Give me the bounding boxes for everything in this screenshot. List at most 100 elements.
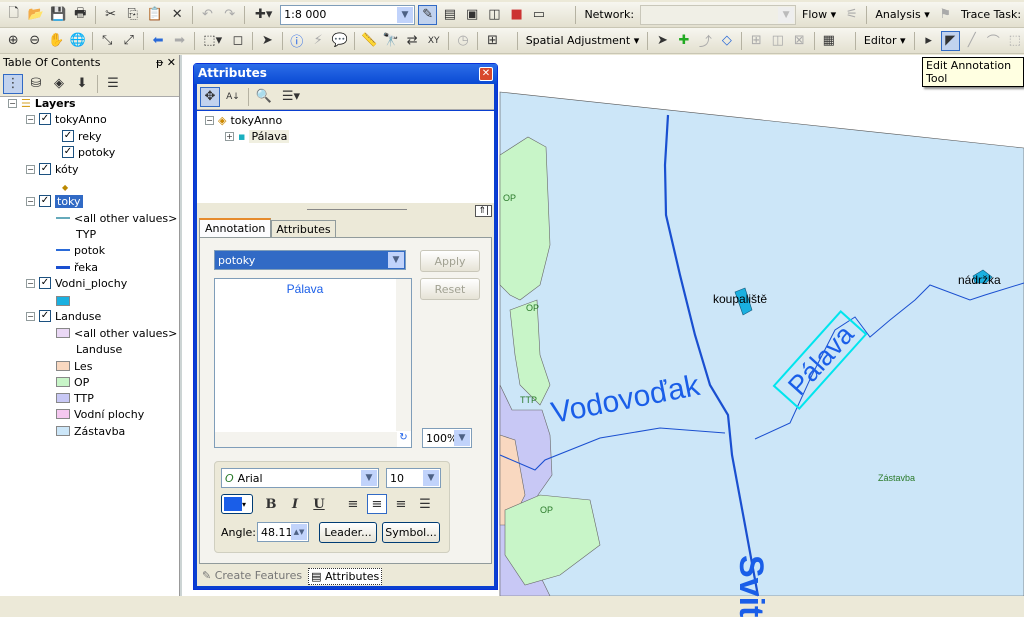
edge-match-icon[interactable]: ◫ [769,31,788,51]
edit-annotation-tool-icon[interactable]: ◤ [940,30,960,51]
find-binoculars-icon[interactable]: 🔭 [381,31,400,51]
toc-item[interactable]: Zástavba [56,423,125,439]
maximize-icon[interactable]: ⇑| [475,205,492,217]
toc-item[interactable]: − ✓ Landuse [26,308,101,324]
save-icon[interactable]: 💾 [48,5,67,25]
collapse-icon[interactable]: − [205,115,214,125]
network-combo[interactable]: ▼ [640,4,797,25]
toc-item[interactable]: − ☰ Layers [8,95,76,111]
tree-root-label[interactable]: tokyAnno [230,114,282,127]
toc-item[interactable]: − ✓ toky [26,193,83,209]
chevron-down-icon[interactable]: ▼ [388,252,404,268]
straight-segment-icon[interactable]: ╱ [963,31,982,51]
refresh-icon[interactable]: ↻ [396,432,411,447]
list-by-source-icon[interactable]: ⛁ [26,74,46,94]
flow-menu[interactable]: Flow ▾ [799,8,839,21]
fixed-zoom-in-icon[interactable]: ⤡ [98,31,117,51]
pan-hand-icon[interactable]: ✋ [47,31,66,51]
close-icon[interactable]: ✕ [167,56,176,69]
select-features-icon[interactable]: ⬚▾ [200,31,226,51]
toc-item[interactable]: − ✓ kóty [26,161,79,177]
tree-feature-palava[interactable]: Pálava [249,129,290,143]
sort-az-icon[interactable]: A↓ [223,87,243,107]
annotation-text[interactable]: Pálava [215,279,395,296]
toc-item[interactable]: ✓ potoky [62,144,115,160]
add-data-icon[interactable]: ✚▾ [250,5,277,25]
list-by-drawing-order-icon[interactable]: ⋮ [3,73,23,94]
visibility-checkbox[interactable]: ✓ [62,146,74,158]
toc-item[interactable]: Vodní plochy [56,406,144,422]
pin-icon[interactable]: ᵽ [156,56,163,69]
visibility-checkbox[interactable]: ✓ [39,163,51,175]
toc-item[interactable]: <all other values> [56,325,177,341]
chevron-down-icon[interactable]: ▾ [242,500,246,509]
toc-item[interactable]: potok [56,242,105,258]
toc-item[interactable]: ✓ reky [62,128,102,144]
toc-item[interactable]: TTP [56,390,94,406]
zoom-in-icon[interactable]: ⊕ [4,31,23,51]
zoom-to-icon[interactable]: 🔍 [254,87,274,107]
visibility-checkbox[interactable]: ✓ [39,277,51,289]
reset-button[interactable]: Reset [420,278,480,300]
toc-item[interactable]: řeka [56,259,98,275]
spatial-adjustment-menu[interactable]: Spatial Adjustment ▾ [523,34,643,47]
italic-button[interactable]: I [285,494,305,514]
new-document-icon[interactable]: 🗋 [4,5,23,25]
svit-annotation[interactable]: Svit [731,555,770,617]
angle-input[interactable]: 48.11 ▲▼ [257,522,309,542]
arctoolbox-icon[interactable]: ■ [507,5,526,25]
align-right-icon[interactable]: ≡ [391,494,411,514]
undo-icon[interactable]: ↶ [198,5,217,25]
toc-window-icon[interactable]: ▤ [440,5,459,25]
chevron-down-icon[interactable]: ▼ [778,6,795,23]
apply-button[interactable]: Apply [420,250,480,272]
redo-icon[interactable]: ↷ [220,5,239,25]
python-window-icon[interactable]: ▭ [529,5,548,25]
limited-adjustment-icon[interactable]: ⊞ [747,31,766,51]
close-icon[interactable]: ✕ [479,67,493,81]
hyperlink-icon[interactable]: ⚡ [309,31,328,51]
map-scale-combo[interactable]: 1:8 000 ▼ [280,4,415,25]
align-center-icon[interactable]: ≡ [367,494,387,514]
analysis-menu[interactable]: Analysis ▾ [872,8,932,21]
select-elements-arrow-icon[interactable]: ➤ [258,31,277,51]
annotation-class-combo[interactable]: potoky ▼ [214,250,406,270]
zoom-out-icon[interactable]: ⊖ [26,31,45,51]
delete-icon[interactable]: ✕ [168,5,187,25]
toc-item[interactable]: Landuse [76,341,122,357]
visibility-checkbox[interactable]: ✓ [62,130,74,142]
options-icon[interactable]: ☰▾ [277,87,305,107]
underline-button[interactable]: U [309,494,329,514]
list-by-layer-icon[interactable]: ✥ [200,86,220,107]
link-table-icon[interactable]: ▦ [820,31,839,51]
visibility-checkbox[interactable]: ✓ [39,310,51,322]
font-size-combo[interactable]: 10 ▼ [386,468,441,488]
cut-icon[interactable]: ✂ [101,5,120,25]
tab-create-features[interactable]: ✎ Create Features [200,568,304,585]
list-by-selection-icon[interactable]: ⬇ [72,74,92,94]
find-route-icon[interactable]: ⇄ [403,31,422,51]
html-popup-icon[interactable]: 💬 [331,31,350,51]
identify-icon[interactable]: ⓘ [288,31,307,51]
back-arrow-icon[interactable]: ⬅ [149,31,168,51]
chevron-down-icon[interactable]: ▼ [423,470,439,486]
horizontal-scrollbar[interactable] [215,432,397,447]
collapse-icon[interactable]: − [26,114,35,124]
rubbersheet-icon[interactable]: ◇ [718,31,737,51]
justify-icon[interactable]: ☰ [415,494,435,514]
editor-toolbar-icon[interactable]: ✎ [417,4,438,25]
chevron-down-icon[interactable]: ▼ [454,430,470,446]
collapse-icon[interactable]: − [26,164,35,174]
go-to-xy-icon[interactable]: XY [424,31,443,51]
spinner-icon[interactable]: ▲▼ [291,524,307,540]
select-arrow-icon[interactable]: ➤ [653,31,672,51]
collapse-icon[interactable]: − [26,278,35,288]
modify-link-icon[interactable]: ⤴ [696,31,715,51]
splitter[interactable] [307,209,407,210]
toc-item[interactable]: <all other values> [56,210,177,226]
leader-button[interactable]: Leader... [319,522,377,543]
zoom-percent-combo[interactable]: 100% ▼ [422,428,472,448]
toc-item[interactable]: − ✓ Vodni_plochy [26,275,127,291]
create-viewer-icon[interactable]: ⊞ [483,31,502,51]
toc-item[interactable]: OP [56,374,89,390]
